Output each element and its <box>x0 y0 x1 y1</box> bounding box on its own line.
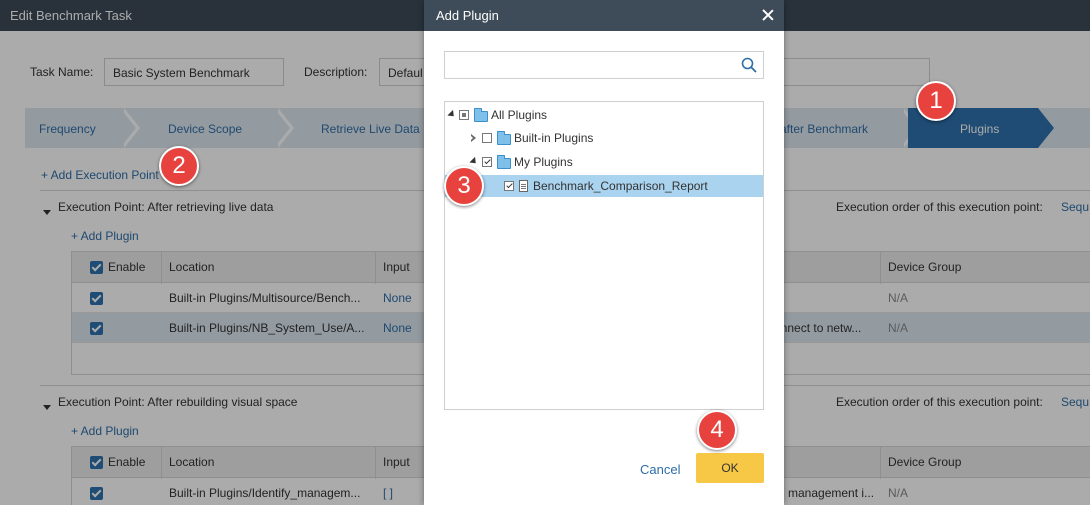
collapse-arrow-icon[interactable] <box>447 109 457 120</box>
tree-checkbox[interactable] <box>459 110 469 120</box>
callout-marker-3: 3 <box>444 166 484 206</box>
search-input[interactable] <box>445 52 735 78</box>
folder-icon <box>474 108 488 122</box>
expand-arrow-icon[interactable] <box>471 134 476 142</box>
ok-button[interactable]: OK <box>696 453 764 483</box>
search-icon[interactable] <box>741 57 757 73</box>
dialog-title: Add Plugin <box>436 8 499 23</box>
close-icon[interactable] <box>760 7 776 23</box>
search-box <box>444 51 764 79</box>
callout-marker-4: 4 <box>697 410 737 450</box>
cancel-button[interactable]: Cancel <box>640 462 680 477</box>
tree-label: My Plugins <box>514 155 573 169</box>
tree-checkbox[interactable] <box>482 133 492 143</box>
tree-node-built-in-plugins[interactable]: Built-in Plugins <box>445 127 763 149</box>
tree-label: All Plugins <box>491 108 548 122</box>
callout-marker-1: 1 <box>916 81 956 121</box>
tree-node-benchmark-report[interactable]: Benchmark_Comparison_Report <box>445 175 763 197</box>
dialog-titlebar: Add Plugin <box>424 0 784 31</box>
collapse-arrow-icon[interactable] <box>469 156 479 167</box>
tree-checkbox[interactable] <box>482 157 492 167</box>
plugin-tree: All Plugins Built-in Plugins My Plugins … <box>444 101 764 410</box>
tree-label: Built-in Plugins <box>514 131 594 145</box>
tree-node-all-plugins[interactable]: All Plugins <box>445 104 763 126</box>
tree-label: Benchmark_Comparison_Report <box>533 179 708 193</box>
folder-icon <box>497 155 511 169</box>
tree-node-my-plugins[interactable]: My Plugins <box>445 151 763 173</box>
tree-checkbox[interactable] <box>504 181 514 191</box>
document-icon <box>519 180 528 192</box>
folder-icon <box>497 131 511 145</box>
callout-marker-2: 2 <box>159 146 199 186</box>
